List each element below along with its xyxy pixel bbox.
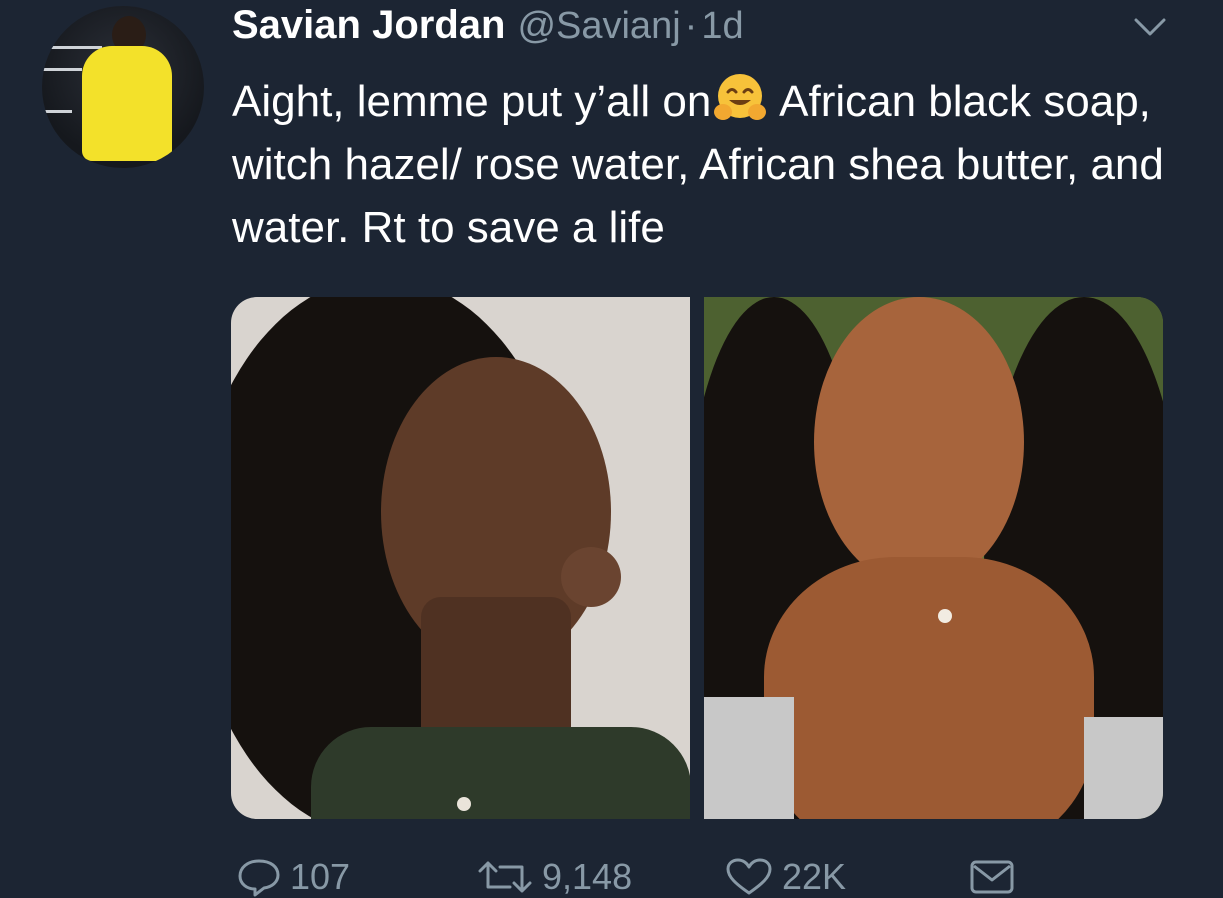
author-avatar[interactable] <box>42 6 204 168</box>
reply-count: 107 <box>290 856 351 897</box>
timestamp-separator: · <box>684 5 698 47</box>
like-button[interactable]: 22K <box>722 856 846 898</box>
heart-icon <box>726 858 772 895</box>
tweet-header: Savian Jordan @Savianj · 1d <box>232 0 744 50</box>
share-button[interactable] <box>966 856 1026 896</box>
retweet-icon <box>478 861 532 893</box>
before-photo[interactable] <box>231 297 690 819</box>
tweet-timestamp[interactable]: 1d <box>701 1 743 51</box>
author-handle[interactable]: @Savianj <box>517 1 680 51</box>
retweet-button[interactable]: 9,148 <box>474 856 632 898</box>
chevron-down-icon[interactable] <box>1130 12 1170 42</box>
tweet-text-part-1: Aight, lemme put y’all on <box>232 77 712 126</box>
after-photo[interactable] <box>704 297 1163 819</box>
tweet-media[interactable] <box>231 297 1163 819</box>
reply-button[interactable]: 107 <box>234 856 350 898</box>
reply-icon <box>238 859 280 897</box>
tweet-text: Aight, lemme put y’all on African black … <box>232 70 1192 259</box>
retweet-count: 9,148 <box>542 856 633 897</box>
hugging-face-emoji-icon <box>711 70 769 128</box>
envelope-icon <box>970 860 1014 894</box>
like-count: 22K <box>782 856 847 897</box>
tweet-actions: 107 9,148 22K <box>0 856 1223 898</box>
author-name[interactable]: Savian Jordan <box>232 0 505 50</box>
